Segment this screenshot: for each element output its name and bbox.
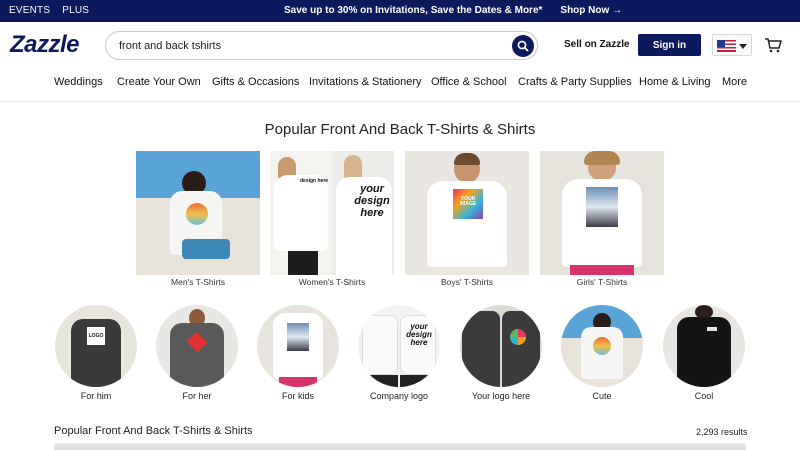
tile-womens-tshirts[interactable]: design here your design here Women's T-S… [270,151,394,287]
us-flag-icon [717,40,736,52]
for-him-print: LOGO [87,327,105,345]
nav-item-invitations-stationery[interactable]: Invitations & Stationery [309,76,422,88]
nav-item-more[interactable]: More [722,76,747,88]
cute-image [561,305,643,387]
search-button[interactable] [512,35,534,57]
results-grid-top [54,443,746,450]
tile-mens-tshirts[interactable]: Men's T-Shirts [136,151,260,287]
events-link[interactable]: EVENTS [9,5,50,16]
sign-in-button[interactable]: Sign in [638,34,701,56]
cool-image [663,305,745,387]
sell-on-zazzle-link[interactable]: Sell on Zazzle [564,39,630,50]
circle-cool[interactable]: Cool [654,305,754,401]
nav-item-crafts-party[interactable]: Crafts & Party Supplies [518,76,632,88]
search-bar[interactable]: front and back tshirts [105,31,538,60]
nav-item-office-school[interactable]: Office & School [431,76,507,88]
tile-label: Girls' T-Shirts [576,277,628,287]
circle-cute[interactable]: Cute [552,305,652,401]
promo-message[interactable]: Save up to 30% on Invitations, Save the … [284,5,542,16]
boys-print: YOUR IMAGE [459,196,477,207]
search-input[interactable]: front and back tshirts [119,40,221,52]
company-logo-image: your design here [358,305,440,387]
circle-label: Cool [694,391,714,401]
for-kids-image [257,305,339,387]
your-logo-here-image [460,305,542,387]
womens-back-print: your design here [354,183,390,219]
tile-label: Women's T-Shirts [298,277,366,287]
womens-tshirt-image: design here your design here [270,151,394,275]
tile-label: Men's T-Shirts [171,277,225,287]
page-title: Popular Front And Back T-Shirts & Shirts [264,121,536,138]
company-logo-print: your design here [406,322,432,347]
circle-label: For kids [281,391,314,401]
chevron-down-icon [739,44,747,49]
promo-bar: EVENTS PLUS Save up to 30% on Invitation… [0,0,800,22]
results-heading: Popular Front And Back T-Shirts & Shirts [54,425,253,437]
for-her-image [156,305,238,387]
cart-icon [765,38,782,53]
nav-item-gifts-occasions[interactable]: Gifts & Occasions [212,76,299,88]
nav-item-weddings[interactable]: Weddings [54,76,103,88]
circle-for-her[interactable]: For her [147,305,247,401]
circle-company-logo[interactable]: your design here Company logo [349,305,449,401]
tile-boys-tshirts[interactable]: YOUR IMAGE Boys' T-Shirts [405,151,529,287]
boys-tshirt-image: YOUR IMAGE [405,151,529,275]
shop-now-link[interactable]: Shop Now → [560,5,622,16]
category-nav: Weddings Create Your Own Gifts & Occasio… [0,72,800,102]
circle-label: Your logo here [471,391,531,401]
search-icon [517,40,529,52]
country-selector[interactable] [712,34,752,56]
nav-item-create-your-own[interactable]: Create Your Own [117,76,201,88]
circle-label: Company logo [369,391,429,401]
circle-label: For him [80,391,112,401]
mens-tshirt-image [136,151,260,275]
zazzle-logo[interactable]: Zazzle [10,31,80,59]
circle-label: For her [182,391,212,401]
tile-girls-tshirts[interactable]: Girls' T-Shirts [540,151,664,287]
circle-label: Cute [592,391,612,401]
nav-item-home-living[interactable]: Home & Living [639,76,711,88]
circle-your-logo-here[interactable]: Your logo here [451,305,551,401]
results-count: 2,293 results [696,427,748,437]
womens-front-print: design here [300,178,329,184]
plus-link[interactable]: PLUS [62,5,89,16]
tile-label: Boys' T-Shirts [440,277,493,287]
for-him-image: LOGO [55,305,137,387]
girls-tshirt-image [540,151,664,275]
circle-for-kids[interactable]: For kids [248,305,348,401]
circle-for-him[interactable]: LOGO For him [46,305,146,401]
cart-button[interactable] [762,34,784,56]
